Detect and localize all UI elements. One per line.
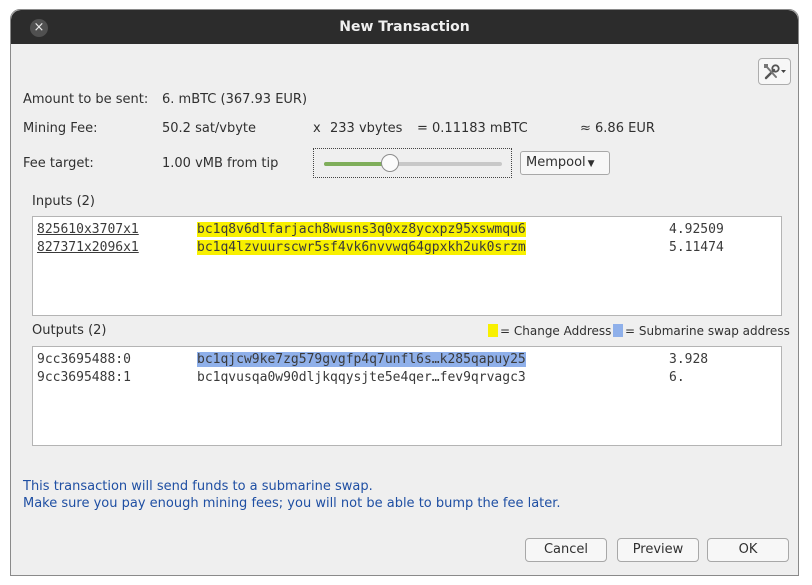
- fee-rate-value: 50.2 sat/vbyte: [162, 121, 257, 136]
- input-address[interactable]: bc1q4lzvuurscwr5sf4vk6nvvwq64gpxkh2uk0sr…: [197, 240, 526, 255]
- output-outpoint: 9cc3695488:0: [37, 352, 131, 367]
- amount-label: Amount to be sent:: [23, 92, 149, 107]
- output-address[interactable]: bc1qvusqa0w90dljkqqysjte5e4qer…fev9qrvag…: [197, 370, 526, 385]
- outputs-label: Outputs (2): [32, 323, 107, 338]
- new-transaction-dialog: × New Transaction Amount to be sent: 6. …: [10, 9, 799, 576]
- fee-times-sign: x: [313, 121, 321, 136]
- window-title: New Transaction: [339, 19, 470, 35]
- tools-icon: [764, 64, 786, 80]
- outputs-list[interactable]: 9cc3695488:0 bc1qjcw9ke7zg579gvgfp4q7unf…: [32, 346, 782, 446]
- chevron-down-icon: ▼: [587, 159, 595, 169]
- fee-fiat-value: ≈ 6.86 EUR: [580, 121, 655, 136]
- ok-button[interactable]: OK: [707, 538, 789, 562]
- input-outpoint[interactable]: 827371x2096x1: [37, 240, 139, 255]
- output-outpoint: 9cc3695488:1: [37, 370, 131, 385]
- change-legend-swatch: [488, 324, 498, 337]
- mining-fee-label: Mining Fee:: [23, 121, 98, 136]
- fee-size-value: 233 vbytes: [330, 121, 403, 136]
- inputs-label: Inputs (2): [32, 194, 95, 209]
- preview-button[interactable]: Preview: [617, 538, 699, 562]
- swap-warning-line1: This transaction will send funds to a su…: [23, 479, 373, 494]
- swap-legend-label: = Submarine swap address: [625, 324, 790, 338]
- output-amount: 3.928: [669, 352, 709, 367]
- swap-warning-line2: Make sure you pay enough mining fees; yo…: [23, 496, 561, 511]
- output-address[interactable]: bc1qjcw9ke7zg579gvgfp4q7unfl6s…k285qapuy…: [197, 352, 526, 367]
- fee-target-label: Fee target:: [23, 156, 94, 171]
- fee-slider-fill: [324, 162, 390, 166]
- input-outpoint[interactable]: 825610x3707x1: [37, 222, 139, 237]
- output-amount: 6.: [669, 370, 685, 385]
- tools-menu-button[interactable]: [758, 58, 791, 85]
- input-amount: 5.11474: [669, 240, 724, 255]
- fee-slider-handle[interactable]: [380, 154, 399, 172]
- change-legend-label: = Change Address: [500, 324, 612, 338]
- fee-btc-value: = 0.11183 mBTC: [417, 121, 528, 136]
- inputs-list[interactable]: 825610x3707x1 bc1q8v6dlfarjach8wusns3q0x…: [32, 216, 782, 316]
- fee-method-dropdown[interactable]: Mempool ▼: [520, 151, 610, 175]
- swap-legend-swatch: [613, 324, 623, 337]
- input-address[interactable]: bc1q8v6dlfarjach8wusns3q0xz8ycxpz95xswmq…: [197, 222, 526, 237]
- title-bar: × New Transaction: [11, 10, 798, 44]
- amount-value: 6. mBTC (367.93 EUR): [162, 92, 308, 107]
- input-amount: 4.92509: [669, 222, 724, 237]
- cancel-button[interactable]: Cancel: [525, 538, 607, 562]
- fee-method-value: Mempool: [526, 155, 586, 170]
- fee-slider[interactable]: [313, 148, 512, 178]
- fee-target-value: 1.00 vMB from tip: [162, 156, 279, 171]
